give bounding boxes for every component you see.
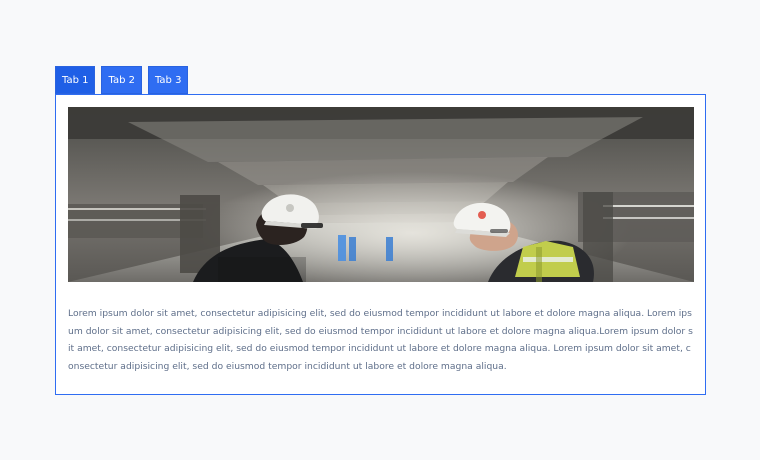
tab-3[interactable]: Tab 3 bbox=[147, 66, 189, 94]
body-paragraph: Lorem ipsum dolor sit amet, consectetur … bbox=[68, 308, 693, 372]
tab-panel: Lorem ipsum dolor sit amet, consectetur … bbox=[55, 94, 706, 395]
tab-content: Lorem ipsum dolor sit amet, consectetur … bbox=[68, 305, 694, 375]
tab-1[interactable]: Tab 1 bbox=[55, 66, 96, 94]
tab-2[interactable]: Tab 2 bbox=[101, 66, 142, 94]
page: Tab 1 Tab 2 Tab 3 Lorem ipsum dolor sit … bbox=[0, 0, 760, 460]
construction-photo bbox=[68, 107, 694, 282]
hero-image bbox=[68, 107, 694, 282]
tab-bar: Tab 1 Tab 2 Tab 3 bbox=[55, 66, 189, 94]
